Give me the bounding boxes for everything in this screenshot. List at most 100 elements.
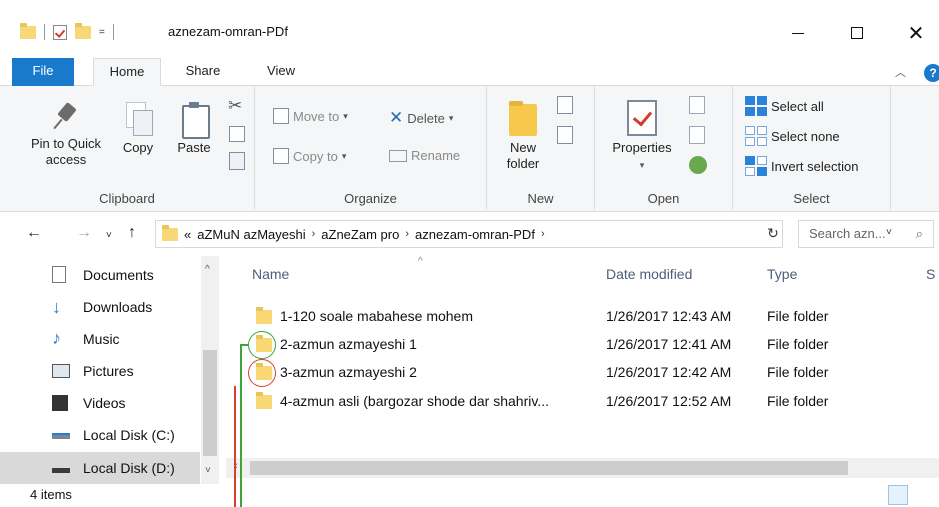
item-count: 4 items [30,487,72,502]
nav-item-local-disk-c[interactable]: Local Disk (C:) [0,419,200,451]
new-folder-icon[interactable] [75,22,91,39]
nav-item-label: Pictures [83,363,134,379]
clipboard-group: Pin to Quick access Copy Paste ✂ Clipboa… [0,86,255,210]
paste-button[interactable]: Paste [172,102,216,156]
column-header-date-modified[interactable]: Date modified [606,266,692,282]
search-input[interactable]: Search azn... ⌕ [798,220,934,248]
delete-icon: ✕ [389,108,404,127]
cut-icon[interactable]: ✂ [228,96,242,116]
select-none-button[interactable]: Select none [745,126,840,146]
refresh-button[interactable]: ↻ [759,220,787,248]
select-all-button[interactable]: Select all [745,96,824,116]
tab-file[interactable]: File [12,58,74,86]
select-group: Select all Select none Invert selection … [733,86,891,210]
table-row[interactable]: 4-azmun asli (bargozar shode dar shahriv… [248,387,938,415]
column-header-type[interactable]: Type [767,266,797,282]
history-icon[interactable] [689,156,707,174]
maximize-button[interactable] [834,15,880,51]
chevron-right-icon[interactable]: › [405,228,409,240]
tab-view[interactable]: View [254,58,308,86]
column-header-name[interactable]: Name [252,266,289,282]
new-folder-button[interactable]: New folder [501,100,545,172]
nav-item-downloads[interactable]: ↓ Downloads [0,291,200,323]
nav-item-music[interactable]: ♪ Music [0,323,200,355]
invert-selection-button[interactable]: Invert selection [745,156,858,176]
nav-item-local-disk-d[interactable]: Local Disk (D:) [0,452,200,484]
breadcrumb-item[interactable]: aznezam-omran-PDf [415,227,535,242]
annotation-line-green [240,344,242,507]
copy-button[interactable]: Copy [116,102,160,156]
paste-shortcut-icon[interactable] [229,152,245,170]
file-date: 1/26/2017 12:52 AM [606,393,732,409]
file-type: File folder [767,364,829,380]
pin-to-quick-access-button[interactable]: Pin to Quick access [18,102,114,168]
collapse-ribbon-icon[interactable]: ︿ [895,64,906,80]
drive-icon [52,433,70,439]
chevron-right-icon[interactable]: › [541,228,545,240]
nav-item-pictures[interactable]: Pictures [0,355,200,387]
navigation-pane: Documents ↓ Downloads ♪ Music Pictures V… [0,256,226,484]
back-button[interactable]: ← [26,224,42,242]
customize-qat-button[interactable]: = [99,27,105,38]
new-group: New folder New [487,86,595,210]
delete-label: Delete [407,110,445,126]
recent-locations-button[interactable]: ˅ [106,230,112,241]
table-row[interactable]: 1-120 soale mabahese mohem 1/26/2017 12:… [248,302,938,330]
properties-check-icon[interactable] [53,24,67,40]
search-placeholder: Search azn... [809,226,886,241]
file-list-horizontal-scrollbar[interactable]: ‹ [226,458,939,478]
nav-item-videos[interactable]: Videos [0,387,200,419]
separator [112,24,114,40]
delete-button[interactable]: ✕ Delete ▾ [389,108,453,128]
open-icon[interactable] [689,96,705,114]
minimize-button[interactable] [775,15,821,51]
folder-icon [20,22,36,39]
sort-ascending-icon: ^ [418,256,423,267]
file-name: 3-azmun azmayeshi 2 [280,364,417,380]
nav-item-label: Local Disk (D:) [83,460,175,476]
breadcrumb-item[interactable]: aZMuN azMayeshi [197,227,305,242]
select-all-icon [745,96,767,116]
pin-icon [51,102,81,132]
large-icons-view-icon[interactable] [914,485,934,505]
copy-to-button[interactable]: Copy to ▾ [273,148,346,164]
breadcrumb-item[interactable]: aZneZam pro [321,227,399,242]
rename-button[interactable]: Rename [389,148,460,163]
scroll-down-icon[interactable]: ˅ [205,465,211,476]
address-bar[interactable]: « aZMuN azMayeshi › aZneZam pro › azneza… [155,220,892,248]
up-button[interactable]: ↑ [128,224,136,242]
breadcrumb-overflow[interactable]: « [184,227,191,242]
new-item-icon[interactable] [557,96,573,114]
tab-share[interactable]: Share [174,58,232,86]
window-title: aznezam-omran-PDf [168,24,288,39]
details-view-icon[interactable] [888,485,908,505]
chevron-right-icon[interactable]: › [312,228,316,240]
scroll-up-icon[interactable]: ^ [205,264,210,275]
tab-home[interactable]: Home [93,58,161,86]
new-group-label: New [527,191,554,206]
copy-path-icon[interactable] [229,126,245,142]
table-row[interactable]: 2-azmun azmayeshi 1 1/26/2017 12:41 AM F… [248,330,938,358]
copy-to-label: Copy to [293,148,338,164]
search-icon: ⌕ [915,226,923,241]
scrollbar-thumb[interactable] [250,461,848,475]
nav-pane-scrollbar[interactable]: ^ ˅ [201,256,219,484]
move-to-button[interactable]: Move to ▾ [273,108,348,124]
scrollbar-thumb[interactable] [203,350,217,456]
table-row[interactable]: 3-azmun azmayeshi 2 1/26/2017 12:42 AM F… [248,358,938,386]
edit-icon[interactable] [689,126,705,144]
column-header-size[interactable]: S [926,266,935,282]
documents-icon [52,266,66,283]
forward-button[interactable]: → [76,224,92,242]
close-button[interactable]: ✕ [893,15,939,51]
help-icon[interactable]: ? [924,64,939,82]
copy-to-icon [273,148,289,164]
easy-access-icon[interactable] [557,126,573,144]
chevron-down-icon: ▾ [343,110,348,121]
file-type: File folder [767,308,829,324]
new-folder-icon [509,101,537,136]
nav-item-documents[interactable]: Documents [0,259,200,291]
invert-selection-label: Invert selection [771,158,859,174]
organize-group-label: Organize [344,191,397,206]
properties-button[interactable]: Properties ▾ [605,100,679,173]
